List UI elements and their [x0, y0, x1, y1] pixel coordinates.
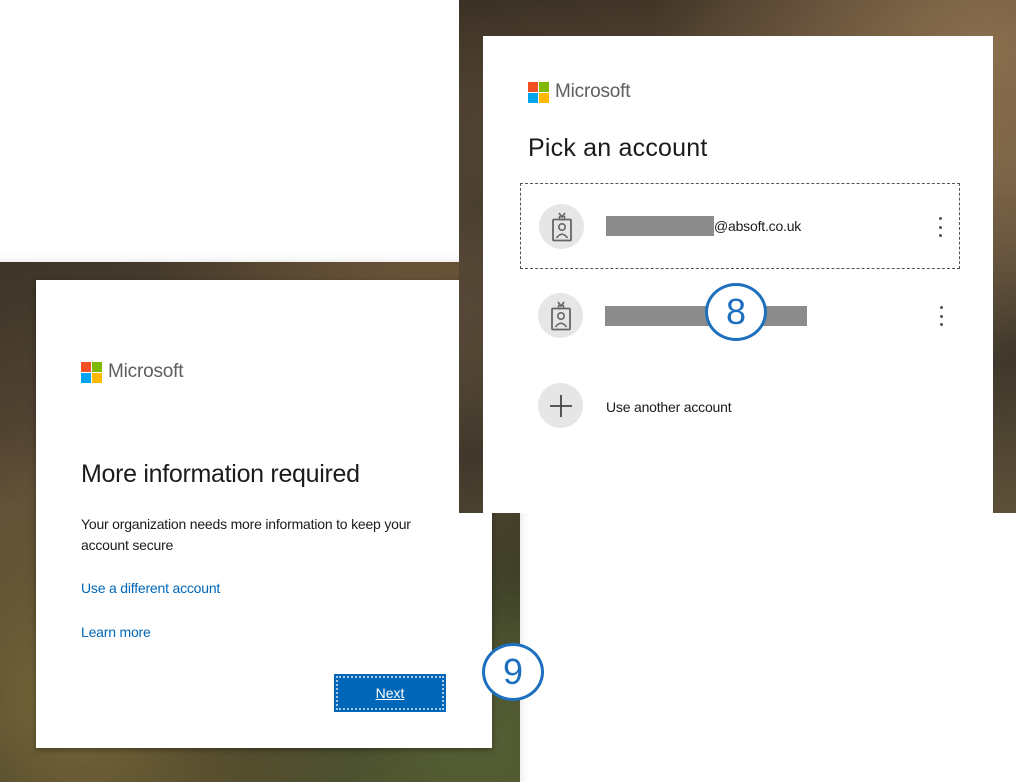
use-another-account-label: Use another account [606, 399, 732, 415]
next-button[interactable]: Next [334, 674, 446, 712]
use-another-account-tile[interactable]: Use another account [520, 363, 960, 449]
redacted-username [606, 216, 714, 236]
description-text: Your organization needs more information… [81, 516, 411, 553]
account-tile[interactable]: @absoft.co.uk [520, 183, 960, 269]
step-marker-8: 8 [705, 283, 767, 341]
microsoft-wordmark: Microsoft [108, 361, 184, 382]
badge-user-icon [539, 204, 584, 249]
microsoft-logo-icon [528, 81, 549, 103]
page-title: More information required [81, 460, 360, 488]
microsoft-logo-icon [81, 361, 102, 383]
microsoft-logo: Microsoft [81, 361, 183, 383]
badge-user-icon [538, 293, 583, 338]
pick-account-screenshot: Microsoft Pick an account @absoft.co.uk [459, 0, 1016, 513]
account-email: @absoft.co.uk [714, 218, 802, 234]
pick-account-card: Microsoft Pick an account @absoft.co.uk [483, 36, 993, 513]
plus-icon [538, 383, 583, 428]
step-marker-9: 9 [482, 643, 544, 701]
microsoft-wordmark: Microsoft [555, 81, 631, 102]
more-info-card: Microsoft More information required Your… [36, 280, 492, 748]
more-options-icon[interactable] [936, 303, 946, 329]
learn-more-link[interactable]: Learn more [81, 624, 151, 640]
use-different-account-link[interactable]: Use a different account [81, 580, 220, 596]
more-info-screenshot: Microsoft More information required Your… [0, 262, 520, 782]
page-title: Pick an account [528, 134, 708, 162]
microsoft-logo: Microsoft [528, 81, 630, 103]
more-options-icon[interactable] [935, 214, 945, 240]
